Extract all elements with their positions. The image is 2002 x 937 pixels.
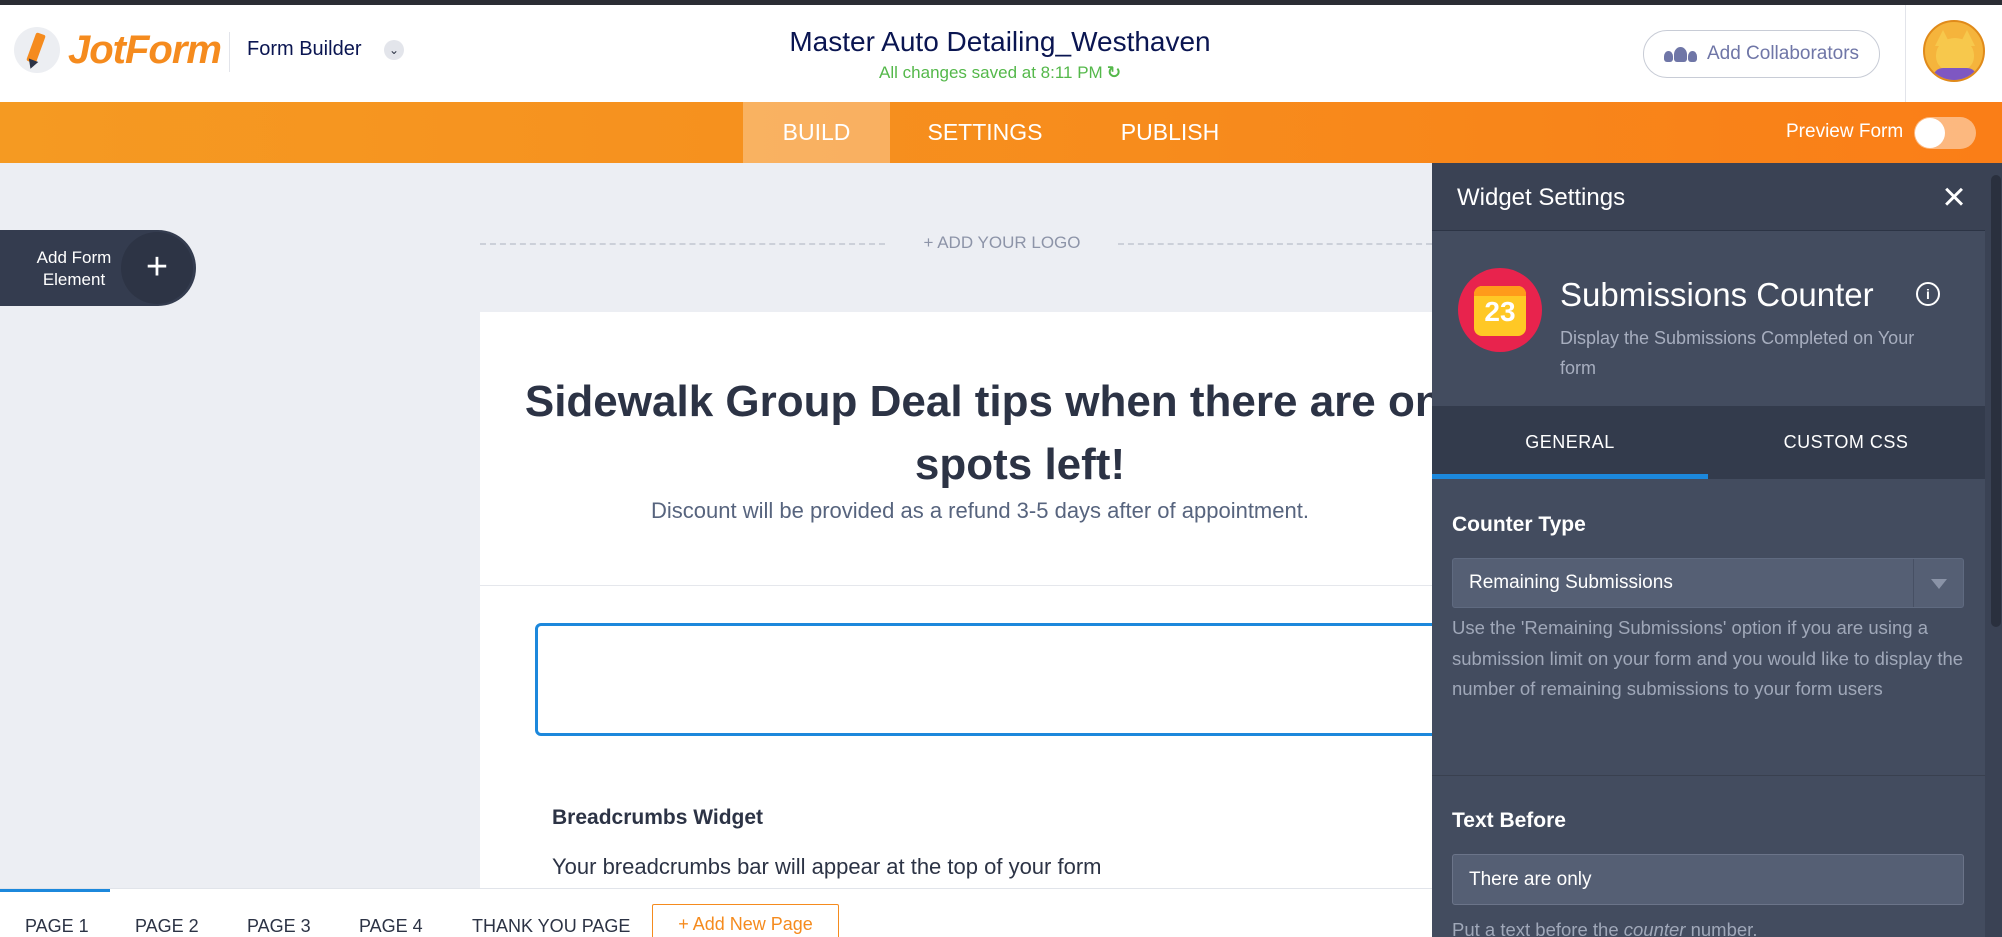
counter-type-label: Counter Type (1452, 513, 1586, 536)
refresh-icon[interactable]: ↻ (1107, 63, 1121, 83)
add-form-element-button[interactable]: Add Form Element + (0, 230, 196, 306)
page-tab-4[interactable]: PAGE 4 (359, 916, 423, 937)
header-divider-right (1905, 5, 1906, 102)
add-collaborators-label: Add Collaborators (1706, 43, 1860, 64)
counter-type-help: Use the 'Remaining Submissions' option i… (1452, 617, 1964, 699)
counter-type-select[interactable]: Remaining Submissions (1452, 558, 1964, 608)
counter-type-value: Remaining Submissions (1469, 572, 1673, 593)
add-logo-button[interactable]: + ADD YOUR LOGO (902, 233, 1102, 253)
info-icon[interactable]: i (1916, 282, 1940, 306)
save-status: All changes saved at 8:11 PM ↻ (700, 63, 1300, 83)
page-tab-2[interactable]: PAGE 2 (135, 916, 199, 937)
jotform-logo[interactable]: JotForm (14, 25, 222, 75)
add-new-page-button[interactable]: + Add New Page (652, 904, 839, 937)
page-tab-3[interactable]: PAGE 3 (247, 916, 311, 937)
breadcrumbs-widget-text: Your breadcrumbs bar will appear at the … (552, 854, 1102, 879)
tab-custom-css[interactable]: CUSTOM CSS (1708, 406, 1984, 479)
selected-widget-field[interactable] (535, 623, 1432, 736)
page-tab-1[interactable]: PAGE 1 (25, 916, 89, 937)
form-card: Sidewalk Group Deal tips when there are … (480, 312, 1432, 888)
panel-header: Widget Settings × (1432, 163, 1985, 231)
user-avatar[interactable] (1923, 20, 1985, 82)
preview-form-label: Preview Form (1786, 121, 1904, 142)
plus-icon: + (121, 232, 193, 304)
people-icon (1663, 46, 1697, 62)
form-title[interactable]: Master Auto Detailing_Westhaven (700, 26, 1300, 58)
form-builder-label[interactable]: Form Builder (247, 38, 361, 61)
widget-settings-panel: Widget Settings × 23 Submissions Counter… (1432, 163, 2002, 937)
card-divider (480, 585, 1432, 586)
section-divider (1432, 775, 1985, 776)
tab-publish[interactable]: PUBLISH (1090, 102, 1250, 163)
text-before-label: Text Before (1452, 809, 1566, 832)
tab-settings[interactable]: SETTINGS (900, 102, 1070, 163)
form-heading-text: Sidewalk Group Deal tips when there are … (524, 377, 1432, 489)
widget-info: 23 Submissions Counter Display the Submi… (1432, 232, 1985, 405)
active-page-indicator (0, 889, 110, 892)
text-before-input[interactable] (1452, 854, 1964, 905)
close-icon[interactable]: × (1934, 177, 1974, 217)
tab-build[interactable]: BUILD (743, 102, 890, 163)
form-subheading: Discount will be provided as a refund 3-… (651, 498, 1309, 523)
text-before-help: Put a text before the counter number. (1452, 919, 1758, 937)
page-tab-thank-you[interactable]: THANK YOU PAGE (472, 916, 630, 937)
panel-title: Widget Settings (1457, 184, 1626, 211)
chevron-down-icon[interactable]: ⌄ (384, 40, 404, 60)
panel-tabs: GENERAL CUSTOM CSS (1432, 406, 1985, 479)
builder-navbar: BUILD SETTINGS PUBLISH Preview Form (0, 102, 2002, 163)
widget-name: Submissions Counter (1560, 276, 1874, 313)
pencil-logo-icon (14, 27, 60, 73)
widget-description: Display the Submissions Completed on You… (1560, 328, 1915, 378)
widget-icon-number: 23 (1484, 296, 1516, 327)
preview-form-toggle[interactable] (1914, 117, 1976, 149)
dropdown-arrow-icon (1931, 579, 1947, 589)
save-status-text: All changes saved at 8:11 PM (879, 63, 1103, 82)
header-divider (229, 32, 230, 72)
add-form-element-label: Add Form Element (36, 248, 112, 289)
logo-dashed-line (1118, 243, 1432, 245)
calendar-icon: 23 (1458, 268, 1542, 352)
tab-general[interactable]: GENERAL (1432, 406, 1708, 479)
logo-text: JotForm (68, 27, 222, 72)
logo-dashed-line (480, 243, 885, 245)
add-collaborators-button[interactable]: Add Collaborators (1643, 30, 1880, 78)
breadcrumbs-widget-title: Breadcrumbs Widget (552, 806, 764, 829)
panel-scroll-thumb[interactable] (1991, 175, 2001, 627)
